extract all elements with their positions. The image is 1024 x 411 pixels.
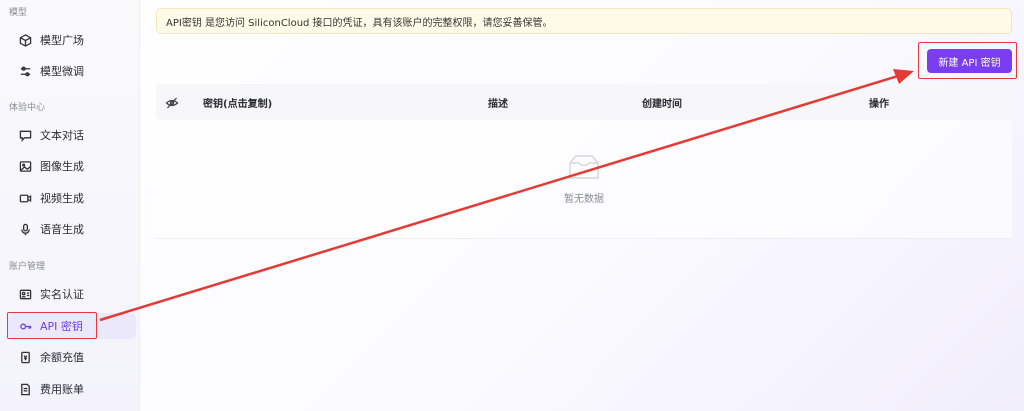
sidebar-item-label: 实名认证	[40, 288, 84, 301]
cube-icon	[18, 33, 32, 47]
column-header-description: 描述	[488, 98, 508, 110]
sidebar-item-voice-gen[interactable]: 语音生成	[8, 216, 136, 242]
sidebar-item-label: 模型微调	[40, 65, 84, 78]
new-api-key-button[interactable]: 新建 API 密钥	[927, 49, 1012, 73]
sliders-icon	[18, 64, 32, 78]
sidebar-item-label: 视频生成	[40, 192, 84, 205]
table-body: 暂无数据	[156, 120, 1012, 239]
sidebar-item-fine-tune[interactable]: 模型微调	[8, 58, 136, 84]
eye-off-icon[interactable]	[165, 95, 179, 109]
sidebar-item-label: 费用账单	[40, 383, 84, 396]
section-label-account: 账户管理	[9, 262, 46, 272]
video-icon	[18, 191, 32, 205]
sidebar-item-label: 文本对话	[40, 129, 84, 142]
sidebar: 模型 模型广场 模型微调 体验中心 文本对话 图像生成 视频生成 语音生成 账户…	[0, 0, 140, 411]
id-card-icon	[18, 287, 32, 301]
sidebar-item-recharge[interactable]: 余额充值	[8, 344, 136, 370]
notice-banner: API密钥 是您访问 SiliconCloud 接口的凭证，具有该账户的完整权限…	[156, 8, 1012, 34]
empty-state-text: 暂无数据	[564, 194, 604, 205]
sidebar-item-verification[interactable]: 实名认证	[8, 281, 136, 307]
sidebar-item-video-gen[interactable]: 视频生成	[8, 185, 136, 211]
bill-icon	[18, 382, 32, 396]
image-icon	[18, 159, 32, 173]
recharge-icon	[18, 350, 32, 364]
highlight-box-api-key	[7, 312, 97, 339]
section-label-experience: 体验中心	[9, 103, 46, 113]
sidebar-item-label: 语音生成	[40, 223, 84, 236]
column-header-key: 密钥(点击复制)	[203, 98, 273, 110]
microphone-icon	[18, 222, 32, 236]
sidebar-item-billing[interactable]: 费用账单	[8, 376, 136, 402]
sidebar-item-image-gen[interactable]: 图像生成	[8, 153, 136, 179]
sidebar-item-text-chat[interactable]: 文本对话	[8, 122, 136, 148]
sidebar-item-label: 图像生成	[40, 160, 84, 173]
column-header-created-time: 创建时间	[642, 98, 682, 110]
sidebar-item-model-square[interactable]: 模型广场	[8, 27, 136, 53]
empty-box-icon	[569, 155, 599, 179]
chat-icon	[18, 128, 32, 142]
section-label-models: 模型	[9, 8, 28, 18]
sidebar-item-label: 模型广场	[40, 34, 84, 47]
notice-text: API密钥 是您访问 SiliconCloud 接口的凭证，具有该账户的完整权限…	[166, 17, 553, 29]
table-header: 密钥(点击复制) 描述 创建时间 操作	[156, 84, 1012, 120]
sidebar-item-label: 余额充值	[40, 351, 84, 364]
column-header-actions: 操作	[869, 98, 889, 110]
